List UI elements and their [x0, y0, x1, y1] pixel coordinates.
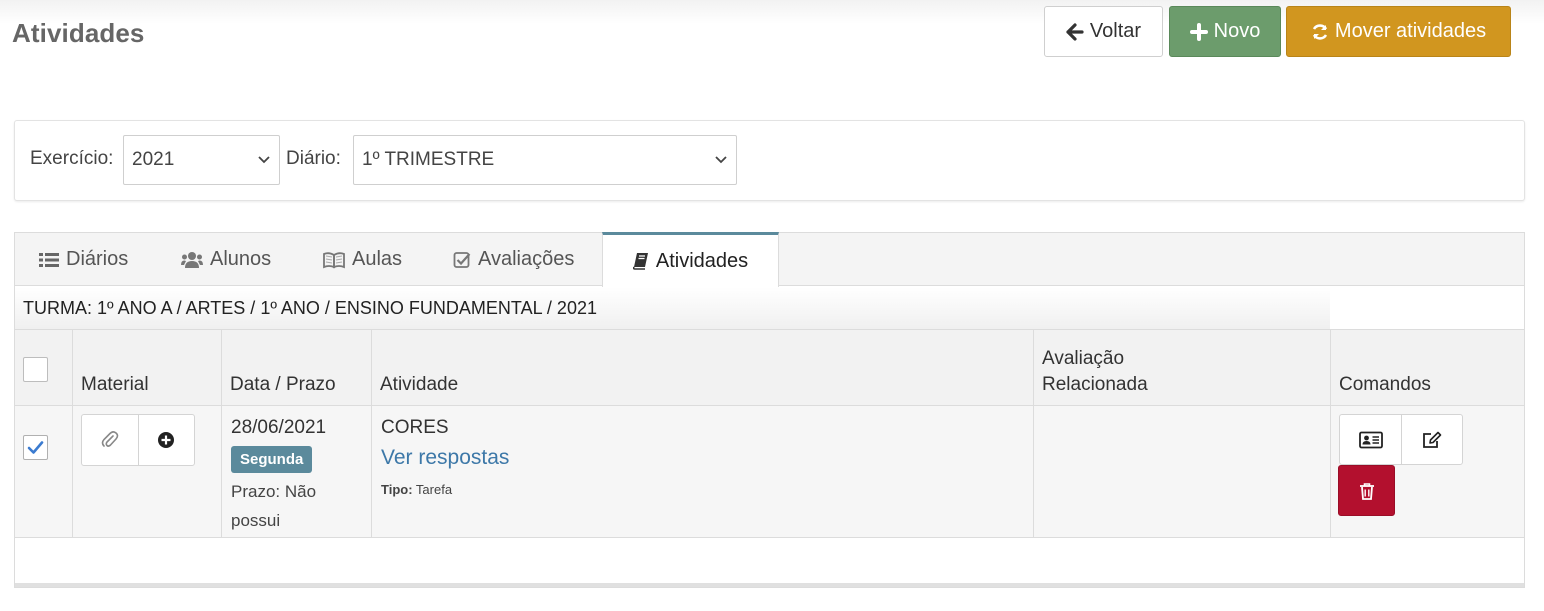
- tab-label: Aulas: [352, 248, 403, 270]
- activity-type-label: Tipo:: [381, 482, 413, 497]
- deadline-text: Prazo: Não possui: [231, 482, 317, 530]
- column-divider: [1330, 329, 1331, 538]
- back-button[interactable]: Voltar: [1044, 6, 1163, 57]
- arrow-left-icon: [1066, 22, 1084, 41]
- panel-footer-line: [15, 583, 1524, 587]
- attach-material-button[interactable]: [82, 415, 138, 465]
- student-card-button[interactable]: [1340, 415, 1401, 464]
- book-icon: [632, 253, 648, 270]
- paperclip-icon: [101, 431, 119, 447]
- checkmark-icon: [27, 441, 44, 454]
- tab-bar: Diários Alunos Aulas Avaliações Atividad…: [15, 232, 1524, 287]
- list-icon: [39, 252, 59, 267]
- back-button-label: Voltar: [1089, 20, 1142, 42]
- column-divider: [371, 329, 372, 538]
- view-answers-link[interactable]: Ver respostas: [381, 446, 509, 470]
- tab-label: Atividades: [655, 249, 749, 272]
- plus-icon: [1189, 22, 1208, 41]
- tab-aulas[interactable]: Aulas: [323, 233, 402, 286]
- activity-date: 28/06/2021: [231, 417, 327, 438]
- new-button-label: Novo: [1213, 20, 1261, 42]
- tab-label: Avaliações: [478, 248, 575, 270]
- column-divider: [1033, 329, 1034, 538]
- exercicio-value: 2021: [132, 149, 175, 170]
- weekday-badge: Segunda: [231, 446, 313, 473]
- check-square-icon: [453, 251, 471, 268]
- activities-panel: Diários Alunos Aulas Avaliações Atividad…: [14, 232, 1525, 588]
- column-divider: [221, 329, 222, 538]
- new-button[interactable]: Novo: [1169, 6, 1281, 57]
- column-header-data-prazo: Data / Prazo: [230, 374, 336, 395]
- select-all-checkbox[interactable]: [23, 357, 48, 382]
- tab-label: Diários: [66, 248, 129, 270]
- tab-alunos[interactable]: Alunos: [181, 233, 271, 286]
- activity-name: CORES: [381, 417, 449, 438]
- row-checkbox[interactable]: [23, 435, 48, 460]
- filter-bar: Exercício: 2021 Diário: 1º TRIMESTRE: [14, 120, 1525, 201]
- chevron-down-icon: [258, 156, 270, 164]
- exercicio-label: Exercício:: [30, 148, 114, 169]
- column-header-atividade: Atividade: [380, 374, 459, 395]
- refresh-icon: [1312, 23, 1328, 40]
- column-divider: [72, 329, 73, 538]
- diario-select[interactable]: 1º TRIMESTRE: [353, 135, 737, 185]
- tab-avaliacoes[interactable]: Avaliações: [453, 233, 574, 286]
- chevron-down-icon: [715, 156, 727, 164]
- edit-button[interactable]: [1401, 415, 1462, 464]
- diario-label: Diário:: [286, 148, 341, 169]
- column-header-comandos: Comandos: [1339, 374, 1431, 395]
- id-card-icon: [1358, 431, 1383, 448]
- plus-circle-icon: [158, 432, 175, 448]
- tab-atividades[interactable]: Atividades: [602, 232, 779, 287]
- exercicio-select[interactable]: 2021: [123, 135, 280, 185]
- delete-button[interactable]: [1338, 465, 1395, 516]
- trash-icon: [1359, 482, 1374, 500]
- tab-label: Alunos: [210, 248, 272, 270]
- activity-type: Tipo: Tarefa: [381, 482, 452, 497]
- move-activities-button[interactable]: Mover atividades: [1286, 6, 1511, 57]
- column-header-avaliacao-line2: Relacionada: [1042, 374, 1148, 395]
- turma-header: TURMA: 1º ANO A / ARTES / 1º ANO / ENSIN…: [15, 287, 1330, 329]
- page-title: Atividades: [12, 18, 145, 48]
- column-header-material: Material: [81, 374, 149, 395]
- column-header-avaliacao: Avaliação Relacionada: [1042, 346, 1148, 398]
- diario-value: 1º TRIMESTRE: [362, 149, 495, 170]
- edit-icon: [1423, 431, 1442, 448]
- column-header-avaliacao-line1: Avaliação: [1042, 348, 1125, 369]
- material-button-group: [81, 414, 195, 466]
- add-material-button[interactable]: [137, 415, 195, 465]
- commands-button-group: [1339, 414, 1463, 465]
- book-open-icon: [323, 251, 345, 268]
- tab-diarios[interactable]: Diários: [39, 233, 128, 286]
- activity-type-value: Tarefa: [415, 482, 453, 497]
- users-icon: [181, 251, 203, 268]
- move-activities-label: Mover atividades: [1334, 20, 1487, 42]
